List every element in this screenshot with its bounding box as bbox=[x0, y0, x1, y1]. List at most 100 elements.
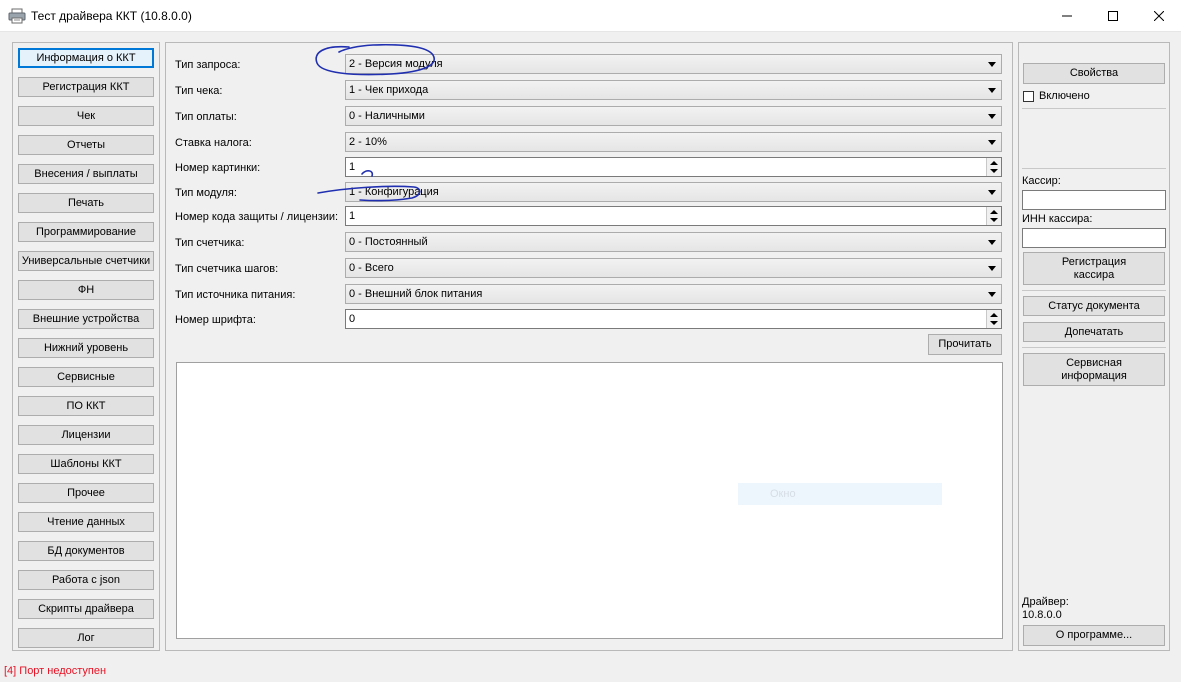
payment-type-select[interactable]: 0 - Наличными bbox=[345, 106, 1002, 126]
protection-code-label: Номер кода защиты / лицензии: bbox=[175, 211, 339, 223]
power-source-type-select[interactable]: 0 - Внешний блок питания bbox=[345, 284, 1002, 304]
nav-kkt-registration[interactable]: Регистрация ККТ bbox=[18, 77, 154, 97]
chevron-down-icon bbox=[988, 62, 996, 67]
driver-version: 10.8.0.0 bbox=[1022, 609, 1062, 621]
protection-code-value: 1 bbox=[349, 210, 356, 222]
minimize-icon bbox=[1062, 15, 1072, 16]
chevron-down-icon bbox=[990, 218, 998, 222]
read-button[interactable]: Прочитать bbox=[928, 334, 1002, 355]
enabled-checkbox[interactable] bbox=[1023, 91, 1034, 102]
module-type-label: Тип модуля: bbox=[175, 187, 237, 199]
divider bbox=[1022, 168, 1166, 169]
nav-print[interactable]: Печать bbox=[18, 193, 154, 213]
nav-documents-db[interactable]: БД документов bbox=[18, 541, 154, 561]
nav-log[interactable]: Лог bbox=[18, 628, 154, 648]
counter-type-value: 0 - Постоянный bbox=[349, 236, 428, 248]
register-cashier-button[interactable]: Регистрация кассира bbox=[1023, 252, 1165, 285]
tax-rate-select[interactable]: 2 - 10% bbox=[345, 132, 1002, 152]
picture-number-stepper[interactable]: 1 bbox=[345, 157, 1002, 177]
minimize-button[interactable] bbox=[1044, 0, 1090, 31]
payment-type-value: 0 - Наличными bbox=[349, 110, 425, 122]
nav-reports[interactable]: Отчеты bbox=[18, 135, 154, 155]
chevron-up-icon bbox=[990, 161, 998, 165]
font-number-label: Номер шрифта: bbox=[175, 314, 256, 326]
counter-type-select[interactable]: 0 - Постоянный bbox=[345, 232, 1002, 252]
chevron-down-icon bbox=[990, 321, 998, 325]
protection-code-stepper[interactable]: 1 bbox=[345, 206, 1002, 226]
chevron-down-icon bbox=[990, 169, 998, 173]
nav-programming[interactable]: Программирование bbox=[18, 222, 154, 242]
request-type-select[interactable]: 2 - Версия модуля bbox=[345, 54, 1002, 74]
nav-universal-counters[interactable]: Универсальные счетчики bbox=[18, 251, 154, 271]
payment-type-label: Тип оплаты: bbox=[175, 111, 237, 123]
about-button[interactable]: О программе... bbox=[1023, 625, 1165, 646]
nav-receipt[interactable]: Чек bbox=[18, 106, 154, 126]
chevron-down-icon bbox=[988, 266, 996, 271]
cashier-inn-label: ИНН кассира: bbox=[1022, 213, 1093, 225]
cashier-inn-input[interactable] bbox=[1022, 228, 1166, 248]
printer-icon bbox=[8, 8, 26, 24]
main-panel: Тип запроса: 2 - Версия модуля Тип чека:… bbox=[165, 42, 1013, 651]
nav-driver-scripts[interactable]: Скрипты драйвера bbox=[18, 599, 154, 619]
tax-rate-value: 2 - 10% bbox=[349, 136, 387, 148]
maximize-button[interactable] bbox=[1090, 0, 1136, 31]
chevron-down-icon bbox=[988, 140, 996, 145]
pen-annotation-circle bbox=[315, 43, 436, 76]
power-source-type-value: 0 - Внешний блок питания bbox=[349, 288, 483, 300]
tax-rate-label: Ставка налога: bbox=[175, 137, 252, 149]
close-icon bbox=[1154, 10, 1164, 21]
chevron-down-icon bbox=[988, 292, 996, 297]
divider bbox=[1022, 108, 1166, 109]
receipt-type-select[interactable]: 1 - Чек прихода bbox=[345, 80, 1002, 100]
watermark-text: Окно bbox=[738, 483, 942, 505]
window-title: Тест драйвера ККТ (10.8.0.0) bbox=[31, 9, 192, 23]
step-counter-type-select[interactable]: 0 - Всего bbox=[345, 258, 1002, 278]
document-status-button[interactable]: Статус документа bbox=[1023, 296, 1165, 316]
chevron-down-icon bbox=[988, 240, 996, 245]
font-number-value: 0 bbox=[349, 313, 356, 325]
spin-buttons[interactable] bbox=[986, 158, 1001, 176]
receipt-type-value: 1 - Чек прихода bbox=[349, 84, 429, 96]
nav-external-devices[interactable]: Внешние устройства bbox=[18, 309, 154, 329]
properties-button[interactable]: Свойства bbox=[1023, 63, 1165, 84]
nav-low-level[interactable]: Нижний уровень bbox=[18, 338, 154, 358]
service-info-line2: информация bbox=[1061, 369, 1127, 382]
nav-cash-in-out[interactable]: Внесения / выплаты bbox=[18, 164, 154, 184]
nav-licenses[interactable]: Лицензии bbox=[18, 425, 154, 445]
maximize-icon bbox=[1108, 10, 1118, 21]
request-type-label: Тип запроса: bbox=[175, 59, 241, 71]
chevron-down-icon bbox=[988, 88, 996, 93]
register-cashier-line1: Регистрация bbox=[1061, 255, 1127, 268]
receipt-type-label: Тип чека: bbox=[175, 85, 223, 97]
step-counter-type-value: 0 - Всего bbox=[349, 262, 394, 274]
counter-type-label: Тип счетчика: bbox=[175, 237, 245, 249]
nav-kkt-templates[interactable]: Шаблоны ККТ bbox=[18, 454, 154, 474]
module-type-select[interactable]: 1 - Конфигурация bbox=[345, 182, 1002, 202]
spin-buttons[interactable] bbox=[986, 207, 1001, 225]
chevron-up-icon bbox=[990, 313, 998, 317]
status-message: [4] Порт недоступен bbox=[4, 665, 107, 677]
nav-json[interactable]: Работа с json bbox=[18, 570, 154, 590]
divider bbox=[1022, 290, 1166, 291]
font-number-stepper[interactable]: 0 bbox=[345, 309, 1002, 329]
nav-service[interactable]: Сервисные bbox=[18, 367, 154, 387]
pen-annotation-underline bbox=[317, 170, 421, 202]
nav-other[interactable]: Прочее bbox=[18, 483, 154, 503]
nav-read-data[interactable]: Чтение данных bbox=[18, 512, 154, 532]
cashier-input[interactable] bbox=[1022, 190, 1166, 210]
nav-kkt-info[interactable]: Информация о ККТ bbox=[18, 48, 154, 68]
driver-label: Драйвер: bbox=[1022, 596, 1069, 608]
power-source-type-label: Тип источника питания: bbox=[175, 289, 296, 301]
nav-panel: Информация о ККТ Регистрация ККТ Чек Отч… bbox=[12, 42, 160, 651]
service-info-line1: Сервисная bbox=[1066, 356, 1122, 369]
title-bar: Тест драйвера ККТ (10.8.0.0) bbox=[0, 0, 1181, 32]
spin-buttons[interactable] bbox=[986, 310, 1001, 328]
side-panel: Свойства Включено Кассир: ИНН кассира: Р… bbox=[1018, 42, 1170, 651]
register-cashier-line2: кассира bbox=[1073, 268, 1115, 281]
nav-fn[interactable]: ФН bbox=[18, 280, 154, 300]
chevron-down-icon bbox=[988, 190, 996, 195]
reprint-button[interactable]: Допечатать bbox=[1023, 322, 1165, 342]
close-button[interactable] bbox=[1136, 0, 1181, 31]
service-info-button[interactable]: Сервисная информация bbox=[1023, 353, 1165, 386]
nav-kkt-software[interactable]: ПО ККТ bbox=[18, 396, 154, 416]
